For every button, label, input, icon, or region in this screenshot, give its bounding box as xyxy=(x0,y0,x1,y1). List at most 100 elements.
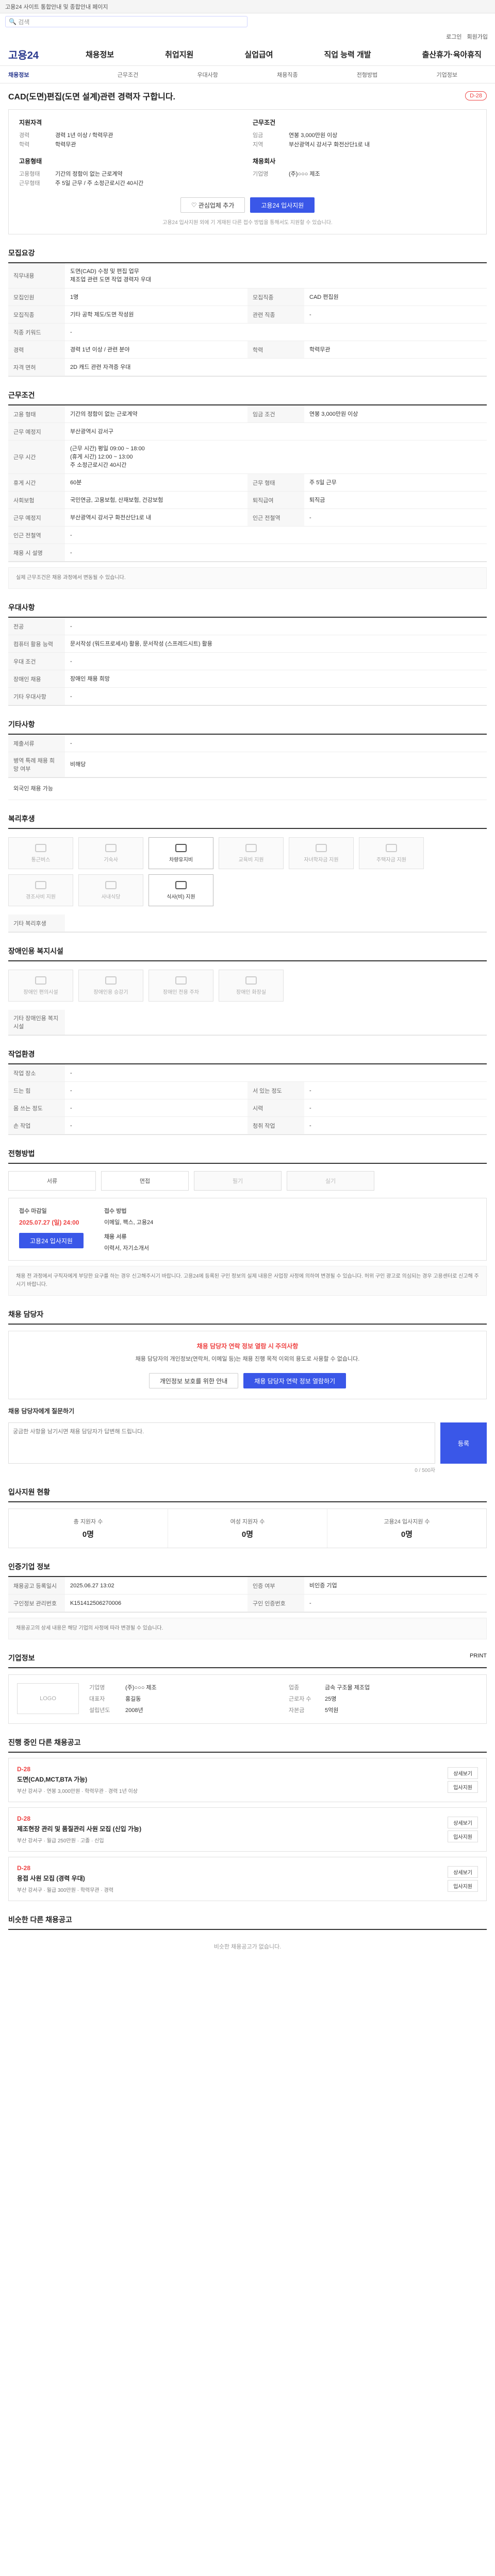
summary-left: 지원자격 경력 경력 1년 이상 / 학력무관 학력 학력무관 고용형태 고용형태 기… xyxy=(19,118,242,188)
facility-tile: 장애인용 승강기 xyxy=(78,970,143,1002)
login-link[interactable]: 로그인 xyxy=(446,32,461,41)
kv-key: 업종 xyxy=(289,1685,300,1691)
ongoing-item[interactable]: D-28 제조현장 관리 및 품질관리 사원 모집 (신입 가능) 부산 강서구… xyxy=(8,1807,487,1852)
elevator-icon xyxy=(105,976,117,985)
row-value: 2D 캐드 관련 자격증 우대 xyxy=(70,364,131,370)
company-section-title: 기업정보 xyxy=(8,1654,35,1662)
welfare-label: 사내식당 xyxy=(101,894,121,900)
kv-key: 근무형태 xyxy=(19,180,40,187)
top-notice-text[interactable]: 고용24 사이트 통합안내 및 종합안내 페이지 xyxy=(5,3,108,11)
stats-box: 총 지원자 수 0명 여성 지원자 수 0명 고용24 입사지원 수 0명 xyxy=(8,1509,487,1548)
kv-value: 학력무관 xyxy=(55,142,76,148)
main-nav: 채용정보 취업지원 실업급여 직업 능력 개발 출산휴가·육아휴직 xyxy=(80,49,487,60)
method-interview: 면접 xyxy=(101,1171,189,1191)
qa-form: 등록 xyxy=(8,1422,487,1464)
welfare-label: 자녀학자금 지원 xyxy=(304,857,339,863)
welfare-tile: 자녀학자금 지원 xyxy=(289,837,354,869)
row-value: - xyxy=(309,311,311,318)
kv-value: 기간의 정함이 없는 근로계약 xyxy=(55,171,123,177)
print-button[interactable]: PRINT xyxy=(470,1653,487,1663)
tab-recruit[interactable]: 채용정보 xyxy=(8,71,88,79)
ongoing-edu: 고졸 xyxy=(80,1838,90,1844)
summary-right-title: 근무조건 xyxy=(253,119,276,126)
row-value: - xyxy=(70,693,72,700)
row-value: 부산광역시 강서구 xyxy=(70,428,114,435)
nav-item[interactable]: 취업지원 xyxy=(160,49,199,60)
row-value: 2025.06.27 13:02 xyxy=(70,1582,114,1589)
view-contact-button[interactable]: 채용 담당자 연락 정보 열람하기 xyxy=(243,1373,346,1388)
kv-value: 주 5일 근무 / 주 소정근로시간 40시간 xyxy=(55,180,144,187)
welfare-label: 식사(비) 지원 xyxy=(167,894,195,900)
section-title: 인증기업 정보 xyxy=(8,1562,487,1577)
nav-item[interactable]: 채용정보 xyxy=(80,49,119,60)
qa-title: 채용 담당자에게 질문하기 xyxy=(8,1408,75,1415)
ongoing-item[interactable]: D-28 도면(CAD,MCT,BTA 가능) 부산 강서구 · 연봉 3,00… xyxy=(8,1758,487,1802)
ongoing-detail-button[interactable]: 상세보기 xyxy=(448,1817,478,1828)
row-value: - xyxy=(309,514,311,521)
row-key: 관련 직종 xyxy=(248,306,304,323)
welfare-tile: 기숙사 xyxy=(78,837,143,869)
rec-info-note: 채용공고의 상세 내용은 해당 기업의 사정에 따라 변경될 수 있습니다. xyxy=(8,1618,487,1639)
row-value: - xyxy=(309,1105,311,1111)
row-key: 직종 키워드 xyxy=(8,324,65,341)
row-key: 자격 면허 xyxy=(8,359,65,376)
ongoing-pay: 연봉 3,000만원 xyxy=(46,1789,80,1794)
search-input[interactable]: 🔍 검색 xyxy=(5,16,248,27)
search-placeholder: 검색 xyxy=(18,18,30,26)
summary-right: 근무조건 임금 연봉 3,000만원 이상 지역 부산광역시 강서구 화전산단1로 … xyxy=(253,118,476,188)
kv-value: 25명 xyxy=(325,1696,337,1702)
tab-condition[interactable]: 근무조건 xyxy=(88,71,168,79)
facility-tile: 장애인 화장실 xyxy=(219,970,284,1002)
row-key: 드는 힘 xyxy=(8,1082,65,1099)
nav-item[interactable]: 직업 능력 개발 xyxy=(319,49,376,60)
ongoing-detail-button[interactable]: 상세보기 xyxy=(448,1767,478,1779)
tab-welfare[interactable]: 채용직종 xyxy=(248,71,327,79)
similar-empty: 비슷한 채용공고가 없습니다. xyxy=(213,1944,282,1950)
row-key: 시력 xyxy=(248,1099,304,1116)
ongoing-title[interactable]: 제조현장 관리 및 품질관리 사원 모집 (신입 가능) xyxy=(17,1824,141,1833)
row-value: 국민연금, 고용보험, 산재보험, 건강보험 xyxy=(70,497,163,503)
apply-method: 이메일, 팩스, 고용24 xyxy=(104,1219,154,1226)
top-notice-bar: 고용24 사이트 통합안내 및 종합안내 페이지 xyxy=(0,0,495,13)
kv-value: 홍길동 xyxy=(125,1696,141,1702)
row-key: 우대 조건 xyxy=(8,653,65,670)
scrap-button[interactable]: ♡ 관심업체 추가 xyxy=(180,197,245,213)
ongoing-apply-button[interactable]: 입사지원 xyxy=(448,1781,478,1793)
apply-period-label: 접수 마감일 xyxy=(19,1208,47,1214)
row-key: 서 있는 정도 xyxy=(248,1082,304,1099)
gift-icon xyxy=(35,880,46,889)
kv-key: 근로자 수 xyxy=(289,1696,311,1702)
nav-item[interactable]: 실업급여 xyxy=(239,49,278,60)
apply-button-2[interactable]: 고용24 입사지원 xyxy=(19,1233,84,1248)
ongoing-detail-button[interactable]: 상세보기 xyxy=(448,1866,478,1878)
process-notice: 채용 전 과정에서 구직자에게 부당한 요구를 하는 경우 신고해주시기 바랍니… xyxy=(8,1266,487,1296)
privacy-guide-button[interactable]: 개인정보 보호를 위한 안내 xyxy=(148,1373,239,1388)
ongoing-edu: 학력무관 xyxy=(85,1789,104,1794)
row-value: 60분 xyxy=(70,479,82,486)
welfare-tile: 차량유지비 xyxy=(148,837,213,869)
ongoing-apply-button[interactable]: 입사지원 xyxy=(448,1831,478,1842)
tab-process[interactable]: 전형방법 xyxy=(327,71,407,79)
signup-link[interactable]: 회원가입 xyxy=(467,32,488,41)
method-document: 서류 xyxy=(8,1171,96,1191)
company-info: 기업명 (주)○○○ 제조 업종 금속 구조물 제조업 대표자 홍길동 근로자 수 25… xyxy=(89,1683,478,1715)
row-key: 기타 장애인용 복지시설 xyxy=(8,1010,65,1035)
apply-button[interactable]: 고용24 입사지원 xyxy=(250,197,315,213)
nav-item[interactable]: 출산휴가·육아휴직 xyxy=(417,49,487,60)
ongoing-region: 부산 강서구 xyxy=(17,1888,42,1893)
row-key: 학력 xyxy=(248,341,304,358)
site-logo[interactable]: 고용24 xyxy=(8,47,80,62)
ongoing-title[interactable]: 도면(CAD,MCT,BTA 가능) xyxy=(17,1775,138,1784)
summary-left-title: 지원자격 xyxy=(19,119,42,126)
ongoing-title[interactable]: 용접 사원 모집 (경력 우대) xyxy=(17,1874,113,1883)
kv-value: (주)○○○ 제조 xyxy=(289,171,320,177)
qa-send-button[interactable]: 등록 xyxy=(440,1422,487,1464)
page: 고용24 사이트 통합안내 및 종합안내 페이지 🔍 검색 로그인 회원가입 고… xyxy=(0,0,495,1963)
qa-textarea[interactable] xyxy=(8,1422,435,1464)
ongoing-apply-button[interactable]: 입사지원 xyxy=(448,1880,478,1892)
tab-prefer[interactable]: 우대사항 xyxy=(168,71,248,79)
row-value: - xyxy=(309,1087,311,1094)
tab-company[interactable]: 기업정보 xyxy=(407,71,487,79)
section-process: 전형방법 서류 면접 필기 실기 접수 마감일 2025.07.27 (일) 2… xyxy=(8,1148,487,1296)
ongoing-item[interactable]: D-28 용접 사원 모집 (경력 우대) 부산 강서구 · 월급 300만원 … xyxy=(8,1857,487,1901)
